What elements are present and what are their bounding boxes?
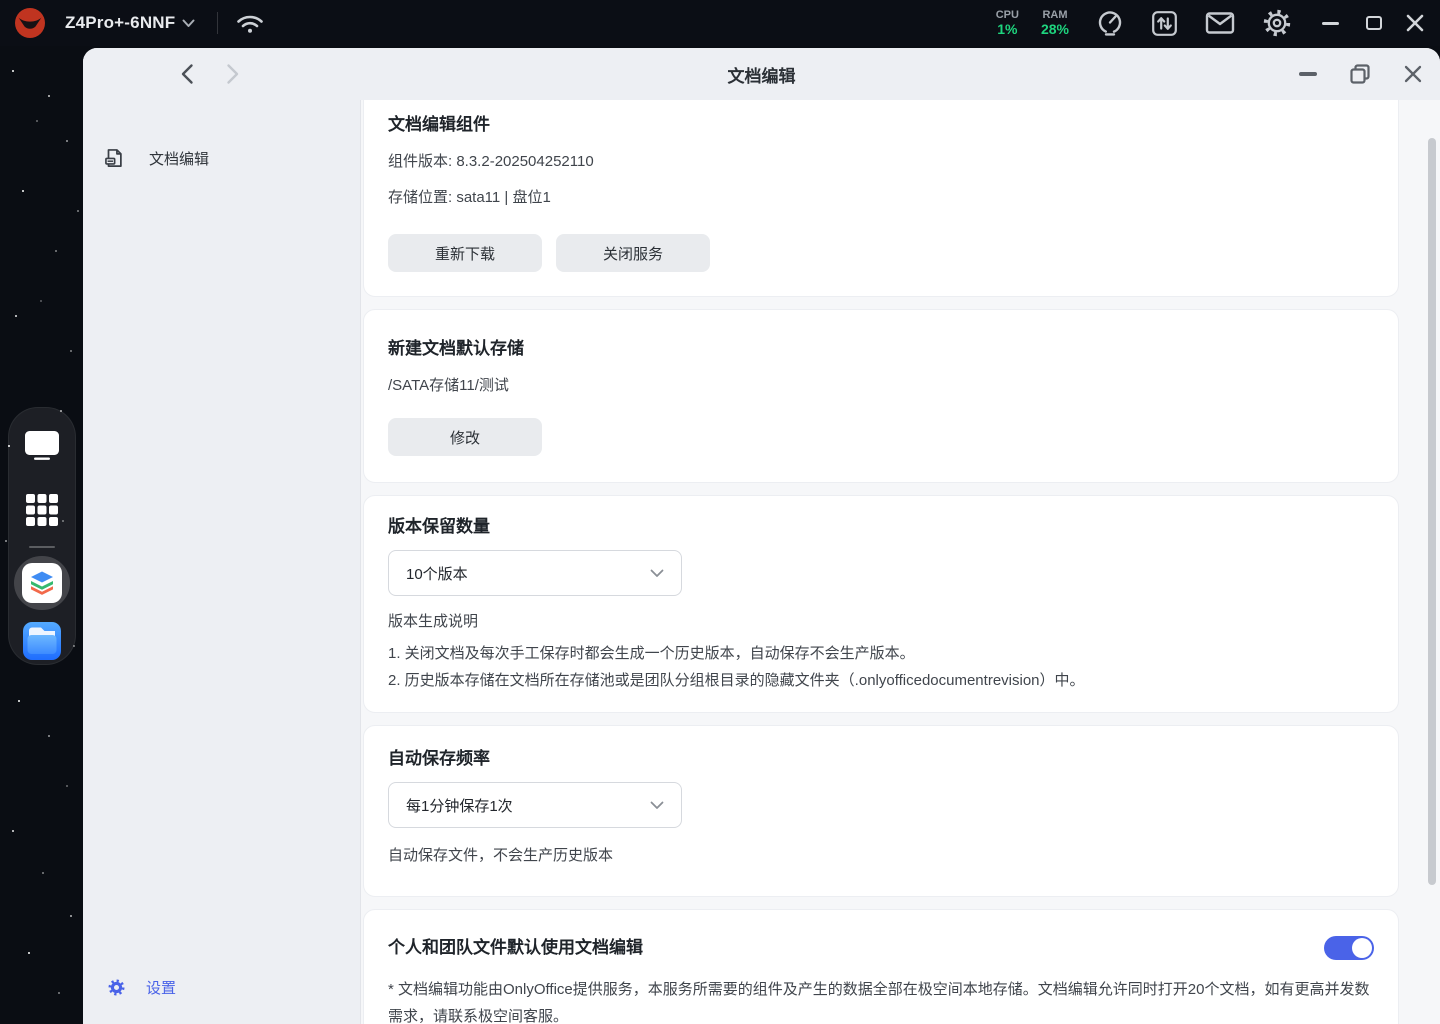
system-close-button[interactable] bbox=[1405, 13, 1425, 33]
transfer-tasks-icon[interactable] bbox=[1151, 10, 1178, 37]
storage-path: /SATA存储11/测试 bbox=[388, 377, 509, 394]
autosave-frequency-select[interactable]: 每1分钟保存1次 bbox=[388, 782, 682, 828]
autosave-frequency-value: 每1分钟保存1次 bbox=[406, 797, 513, 815]
dock-apps-item[interactable] bbox=[18, 487, 66, 534]
ram-value: 28% bbox=[1040, 21, 1069, 38]
system-minimize-button[interactable] bbox=[1322, 21, 1339, 25]
sidebar-item-label: 文档编辑 bbox=[149, 150, 210, 168]
doc-editor-app-icon bbox=[22, 562, 62, 603]
cpu-value: 1% bbox=[997, 21, 1018, 38]
autosave-note: 自动保存文件，不会生产历史版本 bbox=[388, 847, 614, 864]
doc-edit-window: 文档编辑 文档编辑 设置 文档编辑组件 组件版本: 8.3.2-20250425… bbox=[83, 48, 1440, 1024]
performance-gauge-icon[interactable] bbox=[1096, 9, 1124, 37]
window-sidebar: 文档编辑 设置 bbox=[83, 100, 361, 1024]
system-topbar: Z4Pro+-6NNF CPU 1% RAM 28% bbox=[0, 0, 1440, 46]
default-storage-card: 新建文档默认存储 /SATA存储11/测试 修改 bbox=[363, 309, 1399, 483]
editor-default-title: 个人和团队文件默认使用文档编辑 bbox=[388, 938, 643, 957]
wifi-icon[interactable] bbox=[235, 11, 265, 35]
cpu-stat[interactable]: CPU 1% bbox=[996, 9, 1019, 38]
chevron-down-icon bbox=[650, 801, 664, 809]
window-close-button[interactable] bbox=[1401, 62, 1425, 86]
component-card: 文档编辑组件 组件版本: 8.3.2-202504252110 存储位置: sa… bbox=[363, 100, 1399, 297]
system-settings-gear-icon[interactable] bbox=[1262, 8, 1292, 38]
content-scrollbar-thumb[interactable] bbox=[1428, 138, 1436, 885]
component-location: 存储位置: sata11 | 盘位1 bbox=[388, 189, 551, 206]
version-count-select[interactable]: 10个版本 bbox=[388, 550, 682, 596]
dock-desktop-item[interactable] bbox=[18, 422, 66, 469]
dock-files-item[interactable] bbox=[18, 617, 66, 664]
stop-service-button[interactable]: 关闭服务 bbox=[556, 234, 710, 272]
window-header: 文档编辑 bbox=[83, 48, 1440, 100]
version-note-line1: 1. 关闭文档及每次手工保存时都会生成一个历史版本，自动保存不会生产版本。 bbox=[388, 645, 915, 662]
version-keep-card: 版本保留数量 10个版本 版本生成说明 1. 关闭文档及每次手工保存时都会生成一… bbox=[363, 495, 1399, 713]
sidebar-item-doc-edit[interactable]: 文档编辑 bbox=[83, 136, 360, 180]
modify-button[interactable]: 修改 bbox=[388, 418, 542, 456]
sidebar-item-settings[interactable]: 设置 bbox=[107, 977, 176, 998]
cpu-label: CPU bbox=[995, 8, 1019, 21]
storage-card-title: 新建文档默认存储 bbox=[388, 339, 524, 358]
autosave-card: 自动保存频率 每1分钟保存1次 自动保存文件，不会生产历史版本 bbox=[363, 725, 1399, 897]
editor-default-toggle[interactable] bbox=[1324, 936, 1374, 960]
topbar-divider bbox=[217, 12, 219, 34]
version-note-title: 版本生成说明 bbox=[388, 613, 479, 630]
device-chevron-down-icon[interactable] bbox=[182, 19, 195, 28]
component-card-title: 文档编辑组件 bbox=[388, 115, 490, 134]
autosave-card-title: 自动保存频率 bbox=[388, 749, 490, 768]
zspace-logo-icon[interactable] bbox=[14, 7, 46, 39]
system-maximize-button[interactable] bbox=[1366, 16, 1382, 30]
window-restore-button[interactable] bbox=[1349, 63, 1371, 85]
window-minimize-button[interactable] bbox=[1299, 72, 1317, 76]
version-count-value: 10个版本 bbox=[406, 565, 468, 583]
settings-content: 文档编辑组件 组件版本: 8.3.2-202504252110 存储位置: sa… bbox=[362, 100, 1440, 1024]
component-version: 组件版本: 8.3.2-202504252110 bbox=[388, 153, 594, 170]
window-title: 文档编辑 bbox=[727, 66, 796, 86]
ram-label: RAM bbox=[1042, 8, 1068, 21]
editor-default-note: * 文档编辑功能由OnlyOffice提供服务，本服务所需要的组件及产生的数据全… bbox=[388, 981, 1370, 1024]
dock-doc-editor-item-active[interactable] bbox=[14, 555, 70, 611]
version-card-title: 版本保留数量 bbox=[388, 517, 490, 536]
settings-label: 设置 bbox=[146, 980, 177, 997]
toggle-knob bbox=[1352, 938, 1372, 958]
chevron-down-icon bbox=[650, 569, 664, 577]
ram-stat[interactable]: RAM 28% bbox=[1041, 9, 1069, 38]
dock-divider bbox=[29, 545, 55, 548]
editor-default-card: 个人和团队文件默认使用文档编辑 * 文档编辑功能由OnlyOffice提供服务，… bbox=[363, 909, 1399, 1024]
mail-icon[interactable] bbox=[1205, 11, 1235, 35]
desktop-dock bbox=[8, 407, 76, 665]
redownload-button[interactable]: 重新下载 bbox=[388, 234, 542, 272]
version-note-line2: 2. 历史版本存储在文档所在存储池或是团队分组根目录的隐藏文件夹（.onlyof… bbox=[388, 672, 1085, 689]
device-name[interactable]: Z4Pro+-6NNF bbox=[65, 13, 175, 33]
